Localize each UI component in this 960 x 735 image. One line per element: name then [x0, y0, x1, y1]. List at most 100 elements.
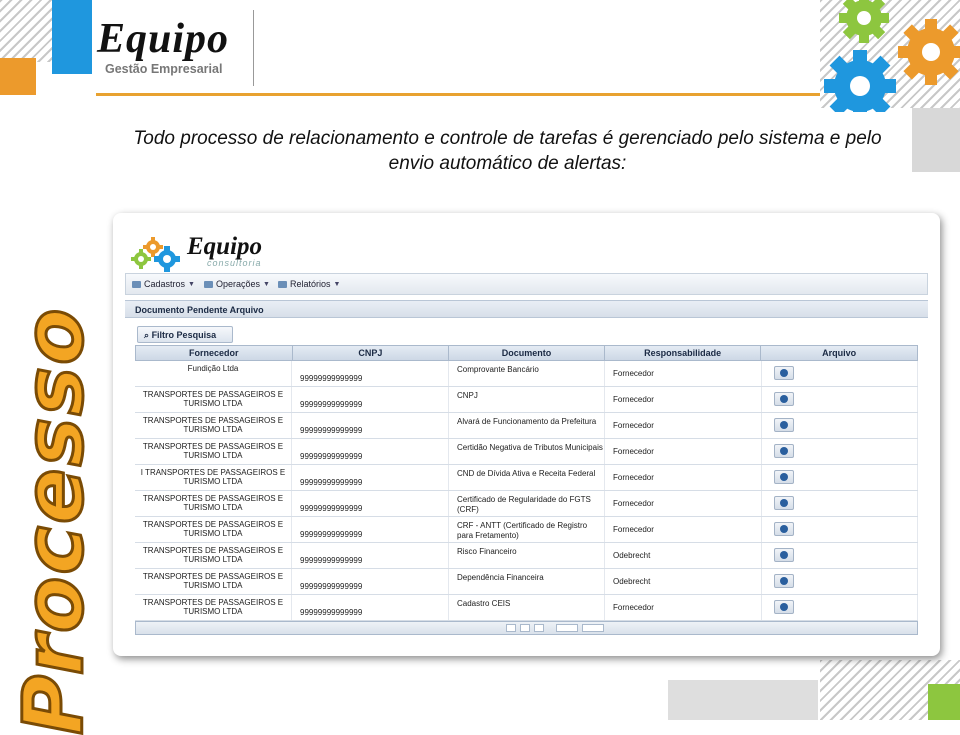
- upload-button[interactable]: [774, 444, 794, 458]
- cell-fornecedor: TRANSPORTES DE PASSAGEIROS E TURISMO LTD…: [135, 413, 292, 438]
- cell-cnpj: 99999999999999: [292, 413, 449, 438]
- gear-icon: [131, 237, 180, 272]
- cell-arquivo: [762, 569, 918, 594]
- column-header[interactable]: Documento: [449, 346, 605, 360]
- cell-fornecedor: I TRANSPORTES DE PASSAGEIROS E TURISMO L…: [135, 465, 292, 490]
- menu-label: Operações: [216, 279, 261, 289]
- pager-first-button[interactable]: [506, 624, 516, 632]
- upload-button[interactable]: [774, 496, 794, 510]
- filter-button-label: Filtro Pesquisa: [151, 330, 217, 340]
- table-row[interactable]: TRANSPORTES DE PASSAGEIROS E TURISMO LTD…: [135, 595, 918, 621]
- gray-block-bottom: [668, 680, 818, 720]
- chevron-down-icon: ▼: [263, 280, 270, 288]
- table-row[interactable]: TRANSPORTES DE PASSAGEIROS E TURISMO LTD…: [135, 439, 918, 465]
- column-header[interactable]: Responsabilidade: [605, 346, 762, 360]
- upload-button[interactable]: [774, 600, 794, 614]
- cell-responsabilidade: Fornecedor: [605, 413, 762, 438]
- green-block-bottom: [928, 684, 960, 720]
- app-logo: Equipo consultoria: [131, 233, 451, 275]
- cell-arquivo: [762, 517, 918, 542]
- upload-button[interactable]: [774, 574, 794, 588]
- grid-icon: [204, 280, 213, 288]
- upload-button[interactable]: [774, 548, 794, 562]
- blue-block-top-left: [52, 0, 92, 74]
- app-logo-wordmark: Equipo: [187, 233, 263, 260]
- upload-button[interactable]: [774, 418, 794, 432]
- cell-responsabilidade: Odebrecht: [605, 569, 762, 594]
- logo-divider: [253, 10, 254, 86]
- gray-block-right: [912, 108, 960, 172]
- cell-cnpj: 99999999999999: [292, 595, 449, 620]
- cell-fornecedor: TRANSPORTES DE PASSAGEIROS E TURISMO LTD…: [135, 387, 292, 412]
- app-screenshot: Equipo consultoria Cadastros ▼ Operações…: [113, 213, 940, 656]
- column-header[interactable]: CNPJ: [293, 346, 450, 360]
- menu-label: Cadastros: [144, 279, 186, 289]
- table-row[interactable]: TRANSPORTES DE PASSAGEIROS E TURISMO LTD…: [135, 491, 918, 517]
- cell-cnpj: 99999999999999: [292, 361, 449, 386]
- cell-responsabilidade: Fornecedor: [605, 439, 762, 464]
- filter-button[interactable]: ⌕ Filtro Pesquisa: [137, 326, 233, 343]
- pager-bar: [135, 621, 918, 635]
- cell-arquivo: [762, 491, 918, 516]
- table-row[interactable]: TRANSPORTES DE PASSAGEIROS E TURISMO LTD…: [135, 543, 918, 569]
- cell-fornecedor: TRANSPORTES DE PASSAGEIROS E TURISMO LTD…: [135, 543, 292, 568]
- table-row[interactable]: TRANSPORTES DE PASSAGEIROS E TURISMO LTD…: [135, 569, 918, 595]
- cell-cnpj: 99999999999999: [292, 387, 449, 412]
- cell-arquivo: [762, 543, 918, 568]
- cell-arquivo: [762, 439, 918, 464]
- column-header[interactable]: Arquivo: [761, 346, 917, 360]
- menu-label: Relatórios: [290, 279, 331, 289]
- cell-documento: Risco Financeiro: [449, 543, 605, 568]
- orange-block-left: [0, 58, 36, 95]
- cell-arquivo: [762, 413, 918, 438]
- cell-responsabilidade: Odebrecht: [605, 543, 762, 568]
- table-row[interactable]: TRANSPORTES DE PASSAGEIROS E TURISMO LTD…: [135, 517, 918, 543]
- cell-cnpj: 99999999999999: [292, 465, 449, 490]
- upload-button[interactable]: [774, 392, 794, 406]
- pager-size-select[interactable]: [582, 624, 604, 632]
- cell-cnpj: 99999999999999: [292, 543, 449, 568]
- cell-documento: Cadastro CEIS: [449, 595, 605, 620]
- cell-arquivo: [762, 387, 918, 412]
- headline-line-2: envio automático de alertas:: [388, 153, 627, 174]
- company-logo: Equipo Gestão Empresarial: [97, 18, 257, 86]
- cell-arquivo: [762, 361, 918, 386]
- table-row[interactable]: TRANSPORTES DE PASSAGEIROS E TURISMO LTD…: [135, 413, 918, 439]
- cell-documento: Comprovante Bancário: [449, 361, 605, 386]
- chevron-down-icon: ▼: [188, 280, 195, 288]
- table-row[interactable]: TRANSPORTES DE PASSAGEIROS E TURISMO LTD…: [135, 387, 918, 413]
- cell-cnpj: 99999999999999: [292, 569, 449, 594]
- cell-responsabilidade: Fornecedor: [605, 387, 762, 412]
- logo-subtitle: Gestão Empresarial: [105, 62, 223, 76]
- upload-button[interactable]: [774, 470, 794, 484]
- app-logo-subtitle: consultoria: [207, 258, 262, 268]
- menu-operacoes[interactable]: Operações ▼: [204, 279, 270, 289]
- cell-responsabilidade: Fornecedor: [605, 361, 762, 386]
- cell-arquivo: [762, 465, 918, 490]
- header-rule: [96, 93, 820, 96]
- folder-icon: [132, 280, 141, 288]
- table-row[interactable]: I TRANSPORTES DE PASSAGEIROS E TURISMO L…: [135, 465, 918, 491]
- chevron-down-icon: ▼: [333, 280, 341, 288]
- menu-relatorios[interactable]: Relatórios ▼: [278, 279, 340, 289]
- upload-button[interactable]: [774, 366, 794, 380]
- headline-line-1: Todo processo de relacionamento e contro…: [133, 128, 882, 149]
- pager-next-button[interactable]: [534, 624, 544, 632]
- column-header[interactable]: Fornecedor: [136, 346, 293, 360]
- table-row[interactable]: Fundição Ltda 99999999999999 Comprovante B…: [135, 361, 918, 387]
- menu-cadastros[interactable]: Cadastros ▼: [132, 279, 195, 289]
- pager-prev-button[interactable]: [520, 624, 530, 632]
- cell-documento: CRF - ANTT (Certificado de Registro para…: [449, 517, 605, 542]
- cell-documento: CND de Dívida Ativa e Receita Federal: [449, 465, 605, 490]
- pager-page-input[interactable]: [556, 624, 578, 632]
- upload-button[interactable]: [774, 522, 794, 536]
- panel-title: Documento Pendente Arquivo: [125, 300, 928, 318]
- app-window: Equipo consultoria Cadastros ▼ Operações…: [125, 225, 928, 650]
- cell-cnpj: 99999999999999: [292, 439, 449, 464]
- documents-table: Fornecedor CNPJ Documento Responsabilida…: [135, 345, 918, 635]
- cell-responsabilidade: Fornecedor: [605, 465, 762, 490]
- cell-documento: Alvará de Funcionamento da Prefeitura: [449, 413, 605, 438]
- headline: Todo processo de relacionamento e contro…: [120, 126, 895, 176]
- cell-fornecedor: TRANSPORTES DE PASSAGEIROS E TURISMO LTD…: [135, 595, 292, 620]
- report-icon: [278, 280, 287, 288]
